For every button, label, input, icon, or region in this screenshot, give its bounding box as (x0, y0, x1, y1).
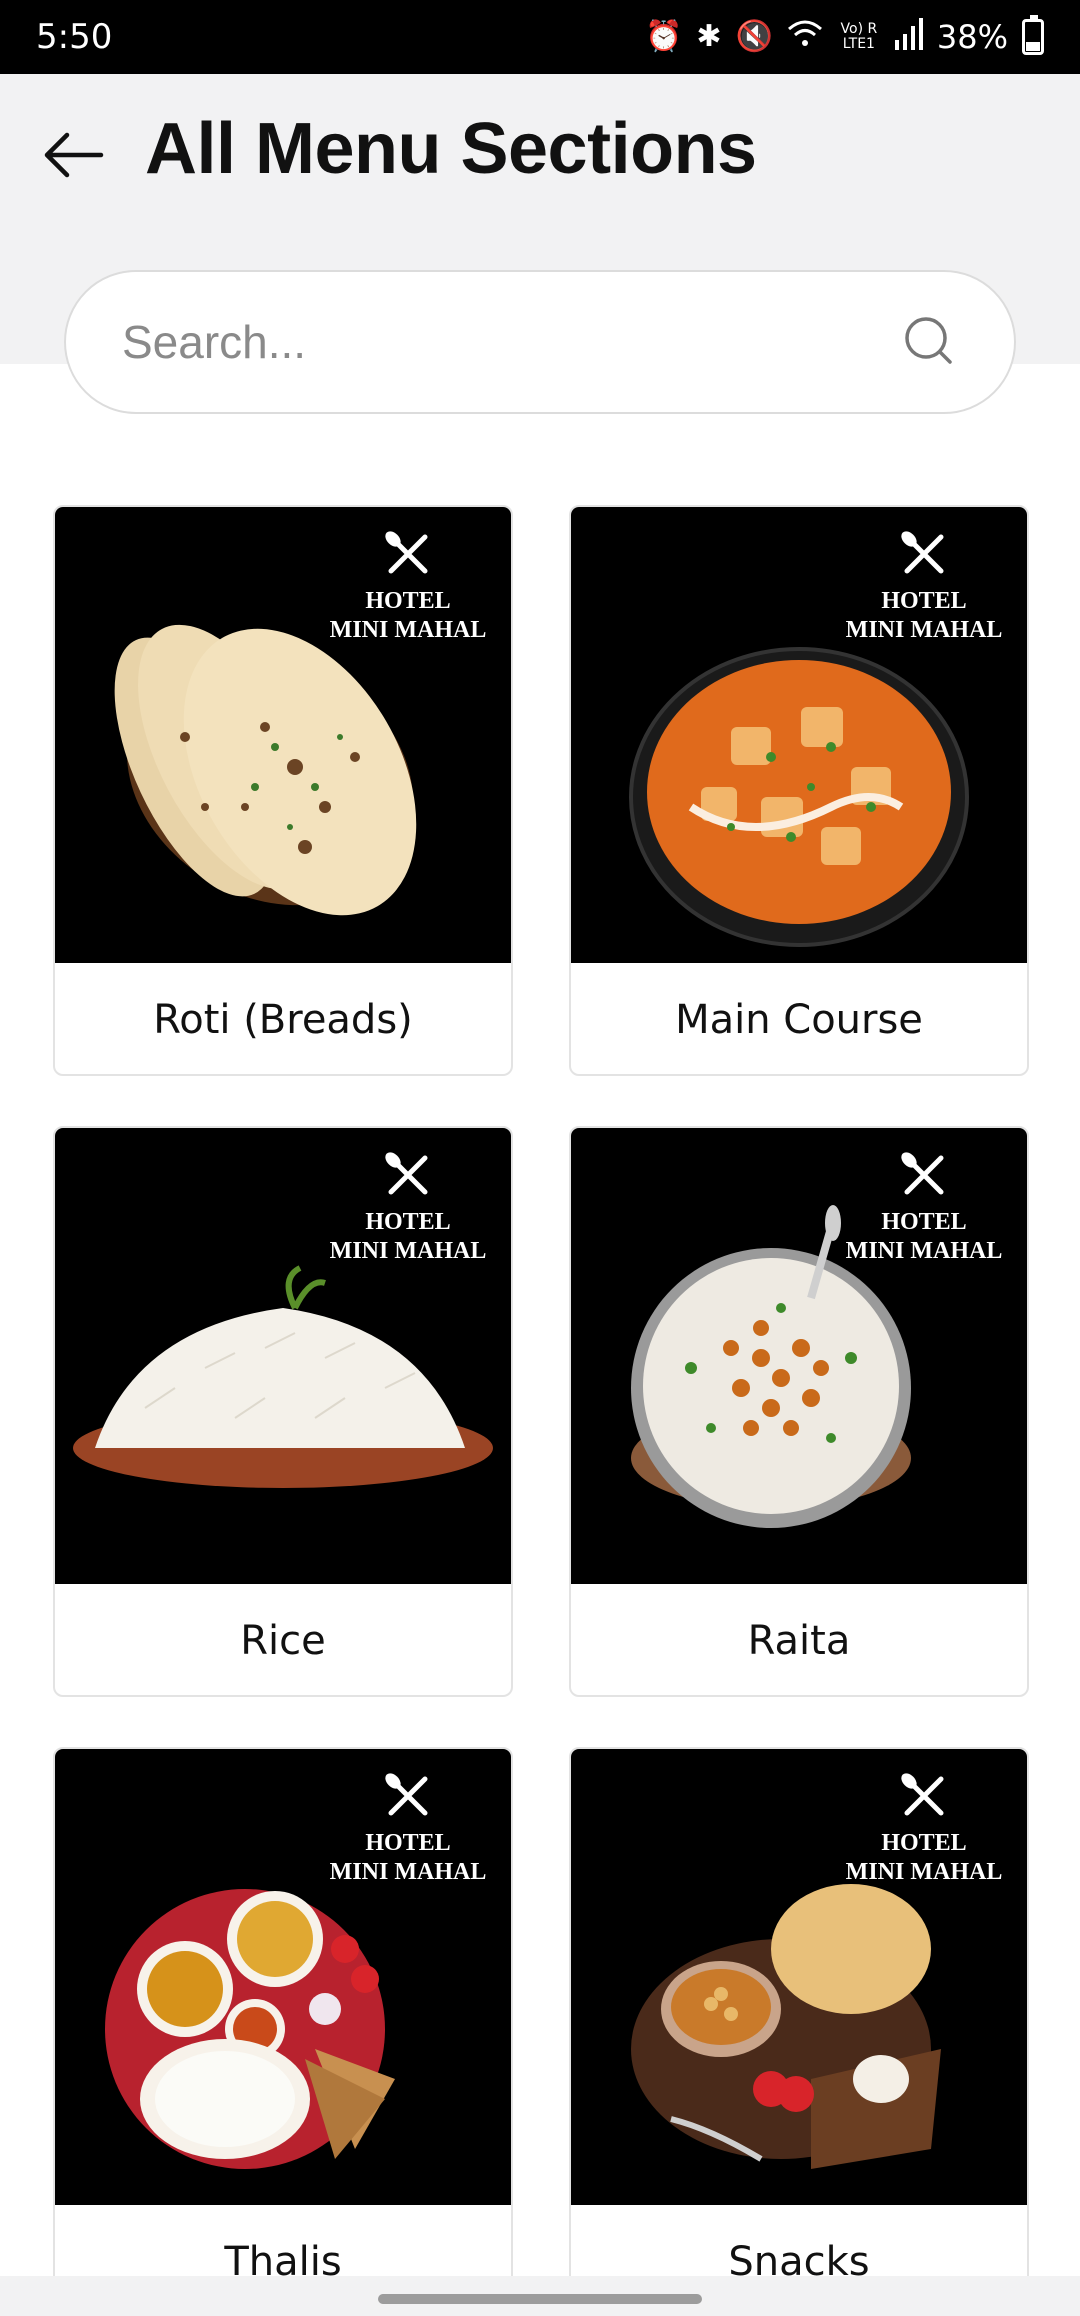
naan-bread-basket-image: HOTEL MINI MAHAL (55, 507, 511, 963)
brand-line-1: HOTEL (365, 588, 451, 614)
brand-line-2: MINI MAHAL (329, 617, 487, 643)
section-card-main-course[interactable]: HOTEL MINI MAHAL Main Course (569, 505, 1029, 1076)
boondi-raita-bowl-image: HOTEL MINI MAHAL (571, 1128, 1027, 1584)
paneer-curry-bowl-image: HOTEL MINI MAHAL (571, 507, 1027, 963)
search-icon[interactable] (902, 314, 958, 370)
brand-line-1: HOTEL (365, 1830, 451, 1856)
thali-platter-image: HOTEL MINI MAHAL (55, 1749, 511, 2205)
home-gesture-handle[interactable] (378, 2294, 702, 2304)
alarm-icon: ⏰ (645, 19, 683, 54)
cutlery-icon (901, 1773, 944, 1816)
brand-line-2: MINI MAHAL (845, 1859, 1003, 1885)
status-icons: ⏰ ✱ 🔇 Vo) R LTE1 38% (645, 15, 1044, 56)
search-input[interactable] (122, 315, 902, 369)
back-button[interactable] (38, 120, 108, 190)
cutlery-icon (385, 531, 428, 574)
section-card-snacks[interactable]: HOTEL MINI MAHAL Snacks (569, 1747, 1029, 2316)
brand-line-2: MINI MAHAL (329, 1238, 487, 1264)
cutlery-icon (385, 1773, 428, 1816)
network-label: Vo) R LTE1 (840, 21, 878, 52)
wifi-icon (787, 19, 823, 55)
status-bar: 5:50 ⏰ ✱ 🔇 Vo) R LTE1 38% (0, 0, 1080, 74)
basmati-rice-plate-image: HOTEL MINI MAHAL (55, 1128, 511, 1584)
brand-line-2: MINI MAHAL (329, 1859, 487, 1885)
hotel-brand-logo: HOTEL MINI MAHAL (839, 529, 1009, 645)
menu-sections-grid: HOTEL MINI MAHAL Roti (Breads) HOTEL MIN… (53, 505, 1033, 2316)
brand-line-2: MINI MAHAL (845, 617, 1003, 643)
page-title: All Menu Sections (145, 109, 757, 189)
section-card-raita[interactable]: HOTEL MINI MAHAL Raita (569, 1126, 1029, 1697)
status-time: 5:50 (36, 17, 113, 57)
chole-bhature-image: HOTEL MINI MAHAL (571, 1749, 1027, 2205)
hotel-brand-logo: HOTEL MINI MAHAL (323, 529, 493, 645)
arrow-left-icon (44, 132, 104, 178)
mute-icon: 🔇 (735, 19, 773, 54)
navigation-gesture-bar (0, 2276, 1080, 2316)
cutlery-icon (901, 531, 944, 574)
hotel-brand-logo: HOTEL MINI MAHAL (839, 1150, 1009, 1266)
brand-line-1: HOTEL (881, 588, 967, 614)
section-label: Raita (747, 1617, 851, 1664)
brand-line-2: MINI MAHAL (845, 1238, 1003, 1264)
section-card-roti[interactable]: HOTEL MINI MAHAL Roti (Breads) (53, 505, 513, 1076)
bluetooth-icon: ✱ (696, 19, 722, 54)
hotel-brand-logo: HOTEL MINI MAHAL (323, 1771, 493, 1887)
section-card-rice[interactable]: HOTEL MINI MAHAL Rice (53, 1126, 513, 1697)
hotel-brand-logo: HOTEL MINI MAHAL (323, 1150, 493, 1266)
brand-line-1: HOTEL (881, 1830, 967, 1856)
signal-icon (894, 18, 923, 56)
battery-icon (1022, 15, 1044, 55)
hotel-brand-logo: HOTEL MINI MAHAL (839, 1771, 1009, 1887)
cutlery-icon (901, 1152, 944, 1195)
search-bar[interactable] (64, 270, 1016, 414)
cutlery-icon (385, 1152, 428, 1195)
section-label: Main Course (675, 996, 923, 1043)
section-label: Roti (Breads) (153, 996, 413, 1043)
brand-line-1: HOTEL (365, 1209, 451, 1235)
section-label: Rice (240, 1617, 326, 1664)
brand-line-1: HOTEL (881, 1209, 967, 1235)
section-card-thalis[interactable]: HOTEL MINI MAHAL Thalis (53, 1747, 513, 2316)
battery-percent: 38% (936, 18, 1008, 56)
